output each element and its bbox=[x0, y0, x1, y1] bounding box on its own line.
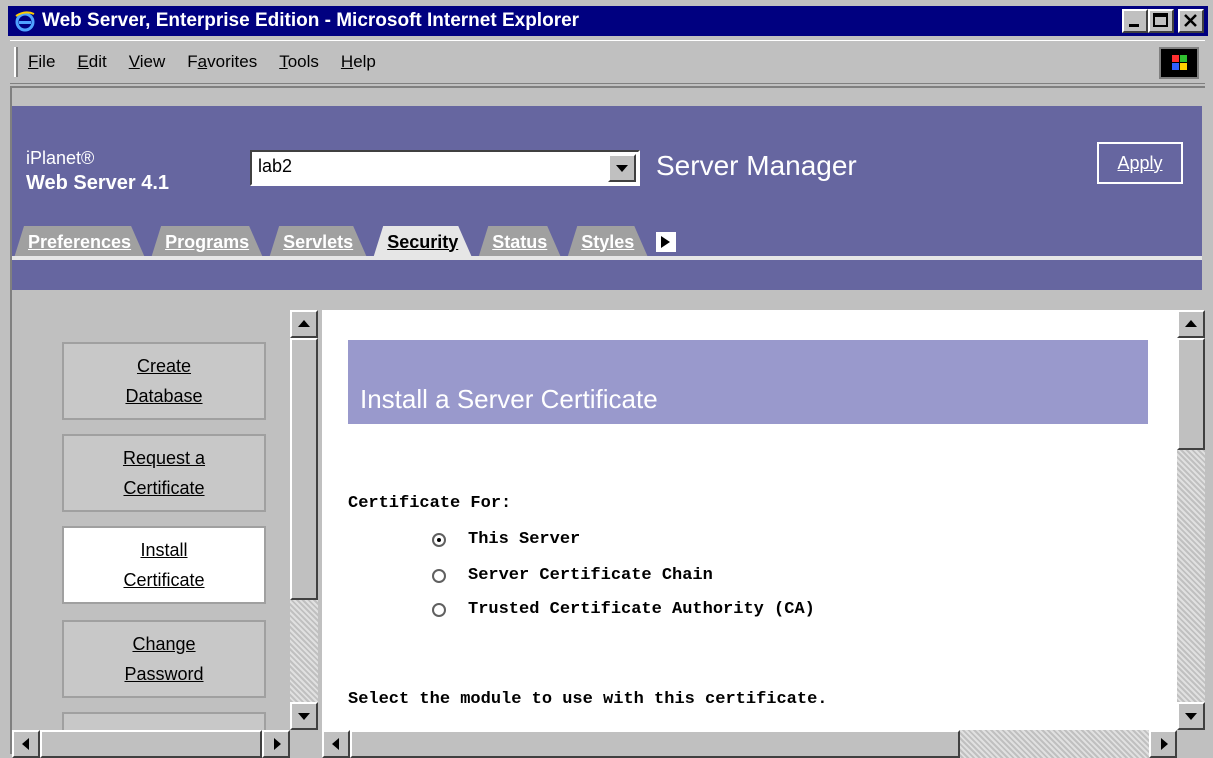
option-label: This Server bbox=[468, 530, 581, 549]
internet-explorer-icon bbox=[14, 10, 36, 32]
menu-view[interactable]: View bbox=[129, 52, 166, 72]
scroll-left-icon[interactable] bbox=[322, 730, 350, 758]
title-bar: Web Server, Enterprise Edition - Microso… bbox=[0, 0, 1213, 38]
scroll-thumb[interactable] bbox=[40, 730, 262, 758]
sidebar-item-label: Change bbox=[132, 634, 196, 654]
app-header bbox=[12, 106, 1202, 290]
scroll-up-icon[interactable] bbox=[1177, 310, 1205, 338]
option-label: Trusted Certificate Authority (CA) bbox=[468, 600, 815, 619]
radio-button[interactable] bbox=[432, 602, 446, 617]
scrollbar-corner bbox=[1177, 731, 1205, 755]
scroll-right-icon[interactable] bbox=[262, 730, 290, 758]
chevron-down-icon[interactable] bbox=[608, 154, 636, 182]
menu-tools[interactable]: Tools bbox=[279, 52, 319, 72]
scroll-down-icon[interactable] bbox=[290, 702, 318, 730]
option-server-certificate-chain[interactable]: Server Certificate Chain bbox=[432, 566, 713, 585]
sidebar-item-create-database[interactable]: Create Database bbox=[62, 342, 266, 420]
sidebar-item-label: Install bbox=[140, 540, 188, 560]
scroll-down-icon[interactable] bbox=[1177, 702, 1205, 730]
scroll-up-icon[interactable] bbox=[290, 310, 318, 338]
sidebar-item-install-certificate[interactable]: Install Certificate bbox=[62, 526, 266, 604]
certificate-for-label: Certificate For: bbox=[348, 494, 512, 513]
sidebar-item-label: Certificate bbox=[123, 478, 205, 498]
tab-preferences[interactable]: Preferences bbox=[14, 226, 145, 258]
scroll-thumb[interactable] bbox=[350, 730, 960, 758]
sidebar-vertical-scrollbar[interactable] bbox=[290, 310, 318, 730]
sidebar-item-label: Request a bbox=[122, 448, 206, 468]
menu-bar: File Edit View Favorites Tools Help bbox=[10, 40, 1205, 84]
radio-button[interactable] bbox=[432, 568, 446, 583]
sidebar-item-label: Password bbox=[124, 664, 204, 684]
section-title: Server Manager bbox=[656, 150, 857, 181]
maximize-button[interactable] bbox=[1148, 9, 1174, 33]
sidebar-horizontal-scrollbar[interactable] bbox=[12, 730, 290, 758]
server-select[interactable]: lab2 bbox=[250, 150, 640, 186]
main-horizontal-scrollbar[interactable] bbox=[322, 730, 1177, 758]
sidebar-item-label: Certificate bbox=[123, 570, 205, 590]
windows-logo-icon bbox=[1159, 47, 1199, 79]
option-label: Server Certificate Chain bbox=[468, 566, 713, 585]
main-content: Install a Server Certificate Certificate… bbox=[322, 310, 1178, 730]
tab-status[interactable]: Status bbox=[478, 226, 561, 258]
tab-underline bbox=[12, 256, 1202, 260]
product-name: Web Server 4.1 bbox=[26, 172, 170, 194]
tab-servlets[interactable]: Servlets bbox=[269, 226, 367, 258]
main-vertical-scrollbar[interactable] bbox=[1177, 310, 1205, 730]
sidebar-item-partial[interactable] bbox=[62, 712, 266, 732]
option-this-server[interactable]: This Server bbox=[432, 530, 580, 549]
tab-programs[interactable]: Programs bbox=[151, 226, 263, 258]
radio-button[interactable] bbox=[432, 532, 446, 547]
sidebar-item-label: Database bbox=[125, 386, 203, 406]
window-controls bbox=[1122, 9, 1204, 33]
sidebar-item-request-certificate[interactable]: Request a Certificate bbox=[62, 434, 266, 512]
brand-name: iPlanet® bbox=[26, 148, 95, 168]
tab-security[interactable]: Security bbox=[373, 226, 472, 258]
sidebar-item-label: Create bbox=[136, 356, 192, 376]
scroll-thumb[interactable] bbox=[1177, 338, 1205, 450]
maximize-icon bbox=[1153, 13, 1168, 27]
menu-edit[interactable]: Edit bbox=[77, 52, 106, 72]
close-button[interactable] bbox=[1178, 9, 1204, 33]
menu-favorites[interactable]: Favorites bbox=[187, 52, 257, 72]
tab-styles[interactable]: Styles bbox=[567, 226, 648, 258]
module-prompt: Select the module to use with this certi… bbox=[348, 690, 828, 709]
scroll-thumb[interactable] bbox=[290, 338, 318, 600]
window-title: Web Server, Enterprise Edition - Microso… bbox=[42, 10, 580, 31]
tab-scroll-right-icon[interactable] bbox=[656, 232, 677, 252]
tab-bar: Preferences Programs Servlets Security S… bbox=[14, 224, 677, 258]
scroll-right-icon[interactable] bbox=[1149, 730, 1177, 758]
menu-grip bbox=[14, 47, 18, 77]
sidebar-item-change-password[interactable]: Change Password bbox=[62, 620, 266, 698]
server-select-value: lab2 bbox=[258, 156, 293, 176]
apply-button[interactable]: Apply bbox=[1097, 142, 1183, 184]
menu-help[interactable]: Help bbox=[341, 52, 376, 72]
close-icon bbox=[1184, 14, 1197, 27]
page-title: Install a Server Certificate bbox=[348, 340, 1148, 424]
title-bar-inner: Web Server, Enterprise Edition - Microso… bbox=[8, 6, 1208, 36]
menu-file[interactable]: File bbox=[28, 52, 55, 72]
option-trusted-ca[interactable]: Trusted Certificate Authority (CA) bbox=[432, 600, 815, 619]
minimize-button[interactable] bbox=[1122, 9, 1148, 33]
minimize-icon bbox=[1129, 24, 1139, 27]
scroll-left-icon[interactable] bbox=[12, 730, 40, 758]
